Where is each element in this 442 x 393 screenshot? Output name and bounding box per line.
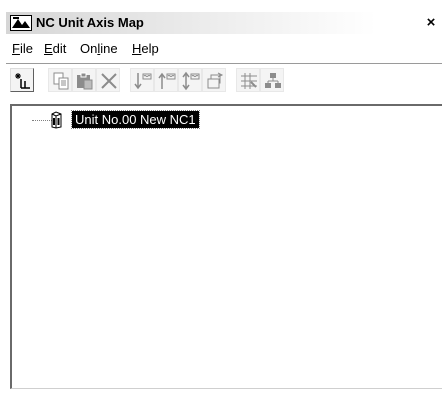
download-icon [134, 73, 152, 90]
menu-online-label-end: ine [100, 41, 118, 56]
new-unit-icon [15, 73, 30, 89]
paste-icon [77, 72, 93, 90]
axis-map-tree[interactable]: Unit No.00 New NC1 [10, 104, 442, 389]
menu-bar: File Edit Online Help [6, 38, 442, 60]
compare-icon [182, 71, 200, 91]
upload-button[interactable] [154, 68, 178, 92]
delete-button[interactable] [96, 68, 120, 92]
menu-separator [6, 63, 442, 65]
window-title: NC Unit Axis Map [36, 15, 144, 30]
menu-help[interactable]: Help [132, 41, 159, 56]
nc-unit-axis-map-window: NC Unit Axis Map × File Edit Online Help [0, 0, 442, 393]
app-icon [10, 15, 32, 31]
paste-button[interactable] [72, 68, 96, 92]
menu-edit-mnemonic: E [44, 41, 53, 56]
upload-icon [158, 72, 176, 89]
copy-icon [53, 72, 69, 90]
menu-file-label: ile [19, 41, 33, 56]
network-button[interactable] [260, 68, 284, 92]
menu-online[interactable]: Online [80, 41, 118, 56]
close-icon: × [426, 14, 436, 31]
settings-grid-icon [241, 73, 257, 89]
copy-button[interactable] [48, 68, 72, 92]
menu-file-mnemonic: F [12, 41, 20, 56]
title-bar[interactable]: NC Unit Axis Map × [6, 12, 442, 34]
download-button[interactable] [130, 68, 154, 92]
toolbar [6, 66, 442, 104]
menu-edit-label: dit [52, 41, 67, 56]
menu-help-label: elp [141, 41, 159, 56]
menu-online-label-start: On [80, 41, 98, 56]
tree-node-unit-label[interactable]: Unit No.00 New NC1 [71, 110, 200, 129]
menu-edit[interactable]: Edit [44, 41, 66, 56]
close-button[interactable]: × [422, 14, 440, 32]
new-unit-button[interactable] [10, 68, 34, 92]
delete-icon [101, 73, 117, 89]
transfer-button[interactable] [202, 68, 226, 92]
menu-file[interactable]: File [12, 41, 33, 56]
nc-unit-icon [51, 111, 62, 129]
transfer-icon [207, 72, 224, 89]
network-icon [265, 73, 281, 88]
compare-button[interactable] [178, 68, 202, 92]
settings-grid-button[interactable] [236, 68, 260, 92]
menu-help-mnemonic: H [132, 41, 142, 56]
